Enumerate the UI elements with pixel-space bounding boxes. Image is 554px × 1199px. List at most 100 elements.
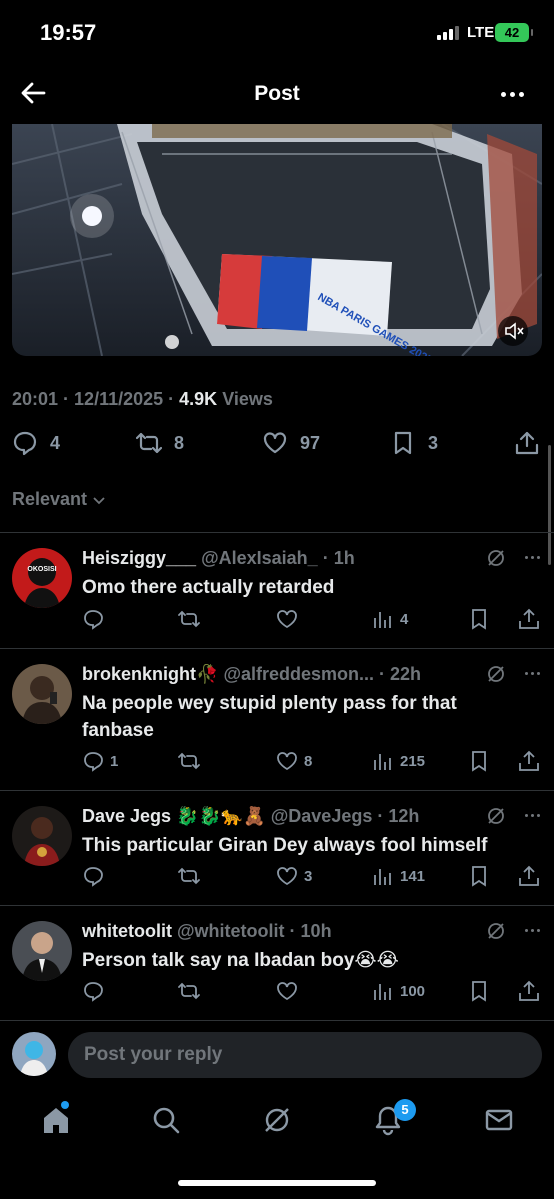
reply-author-name[interactable]: whitetoolit [82,921,172,941]
divider [0,790,554,791]
signal-icon [437,25,459,40]
mute-toggle[interactable] [498,316,528,346]
repost-button[interactable] [178,980,200,1002]
avatar[interactable] [12,664,72,724]
heart-icon [277,752,297,771]
reply-author-name[interactable]: Heisziggy___ [82,548,196,568]
avatar-image [12,921,72,981]
more-options-icon[interactable] [501,92,524,97]
views-count: 141 [400,867,426,885]
post-video[interactable]: NBA PARIS GAMES 2025 [12,124,542,356]
more-options-icon[interactable] [525,556,540,559]
grok-icon[interactable] [261,1104,293,1136]
like-button[interactable] [276,980,304,1002]
reply-button[interactable] [82,865,110,887]
like-count: 8 [304,752,313,770]
bottom-tab-bar [0,1092,554,1152]
notification-badge: 5 [394,1099,416,1121]
post-time: 20:01 [12,389,59,409]
share-icon [515,431,539,455]
bookmark-icon [472,981,486,1002]
reply-icon [84,610,103,630]
grok-icon[interactable] [486,806,506,826]
share-button[interactable] [518,980,540,1002]
views-button[interactable]: 4 [372,608,408,630]
reply-icon [84,867,103,887]
views-label: Views [222,389,273,409]
grok-icon[interactable] [486,548,506,568]
reply-author-handle[interactable]: @whitetoolit [177,921,285,941]
reply-actions: 3 141 [82,865,542,889]
status-time: 19:57 [40,20,97,45]
share-button[interactable] [518,750,540,772]
like-count: 97 [300,432,321,453]
views-button[interactable]: 141 [372,865,425,887]
avatar[interactable] [12,806,72,866]
grok-icon[interactable] [486,664,506,684]
views-icon [374,754,391,770]
home-icon[interactable] [40,1104,72,1136]
home-unread-dot [61,1101,69,1109]
repost-button[interactable] [178,608,200,630]
bookmark-icon [472,751,486,772]
reply-button[interactable]: 1 [82,750,118,772]
bookmark-button[interactable] [468,608,490,630]
reply-actions: 4 [82,608,542,632]
heart-icon [277,867,297,886]
avatar[interactable]: OKOSISI [12,548,72,608]
bookmark-icon [472,609,486,630]
reply-button[interactable] [82,608,110,630]
reply-input[interactable]: Post your reply [68,1032,542,1078]
reply-author-name[interactable]: Dave Jegs 🐉🐉🐆🧸 [82,806,266,826]
reply-button[interactable]: 4 [12,430,60,456]
views-count: 4.9K [179,389,218,409]
repost-button[interactable]: 8 [136,430,184,456]
reply-author-handle[interactable]: @AlexIsaiah_ [201,548,318,568]
repost-icon [178,867,200,885]
bookmark-button[interactable] [468,865,490,887]
repost-button[interactable] [178,750,200,772]
heart-icon [277,982,297,1001]
search-icon[interactable] [150,1104,182,1136]
sort-dropdown[interactable]: Relevant [12,489,107,510]
share-button[interactable] [514,430,540,456]
reply-author-handle[interactable]: @DaveJegs [271,806,373,826]
bookmark-icon [394,431,412,455]
views-button[interactable]: 100 [372,980,425,1002]
more-options-icon[interactable] [525,814,540,817]
messages-icon[interactable] [483,1104,515,1136]
reply-author-name[interactable]: brokenknight🥀 [82,664,218,684]
scrollbar[interactable] [548,445,551,565]
reply-placeholder: Post your reply [84,1044,223,1065]
heart-icon [277,610,297,629]
views-icon [374,869,391,885]
bookmark-button[interactable] [468,750,490,772]
avatar-text: OKOSISI [27,566,56,573]
reply-composer: Post your reply [0,1030,554,1080]
reply-count: 1 [110,752,119,770]
bookmark-button[interactable]: 3 [390,430,438,456]
views-count: 4 [400,610,409,628]
like-button[interactable] [276,608,304,630]
more-options-icon[interactable] [525,672,540,675]
views-button[interactable]: 215 [372,750,425,772]
reply-button[interactable] [82,980,110,1002]
share-button[interactable] [518,608,540,630]
grok-icon[interactable] [486,921,506,941]
home-indicator[interactable] [178,1180,376,1186]
views-count: 215 [400,752,426,770]
more-options-icon[interactable] [525,929,540,932]
divider [0,648,554,649]
avatar[interactable] [12,921,72,981]
share-button[interactable] [518,865,540,887]
like-button[interactable]: 8 [276,750,312,772]
top-bar: Post [0,62,554,124]
my-avatar[interactable] [12,1032,56,1076]
like-button[interactable]: 3 [276,865,312,887]
reply-author-handle[interactable]: @alfreddesmon... [223,664,374,684]
like-button[interactable]: 97 [262,430,320,456]
avatar-image [12,1032,56,1076]
bookmark-button[interactable] [468,980,490,1002]
repost-button[interactable] [178,865,200,887]
reply-icon [84,752,103,772]
